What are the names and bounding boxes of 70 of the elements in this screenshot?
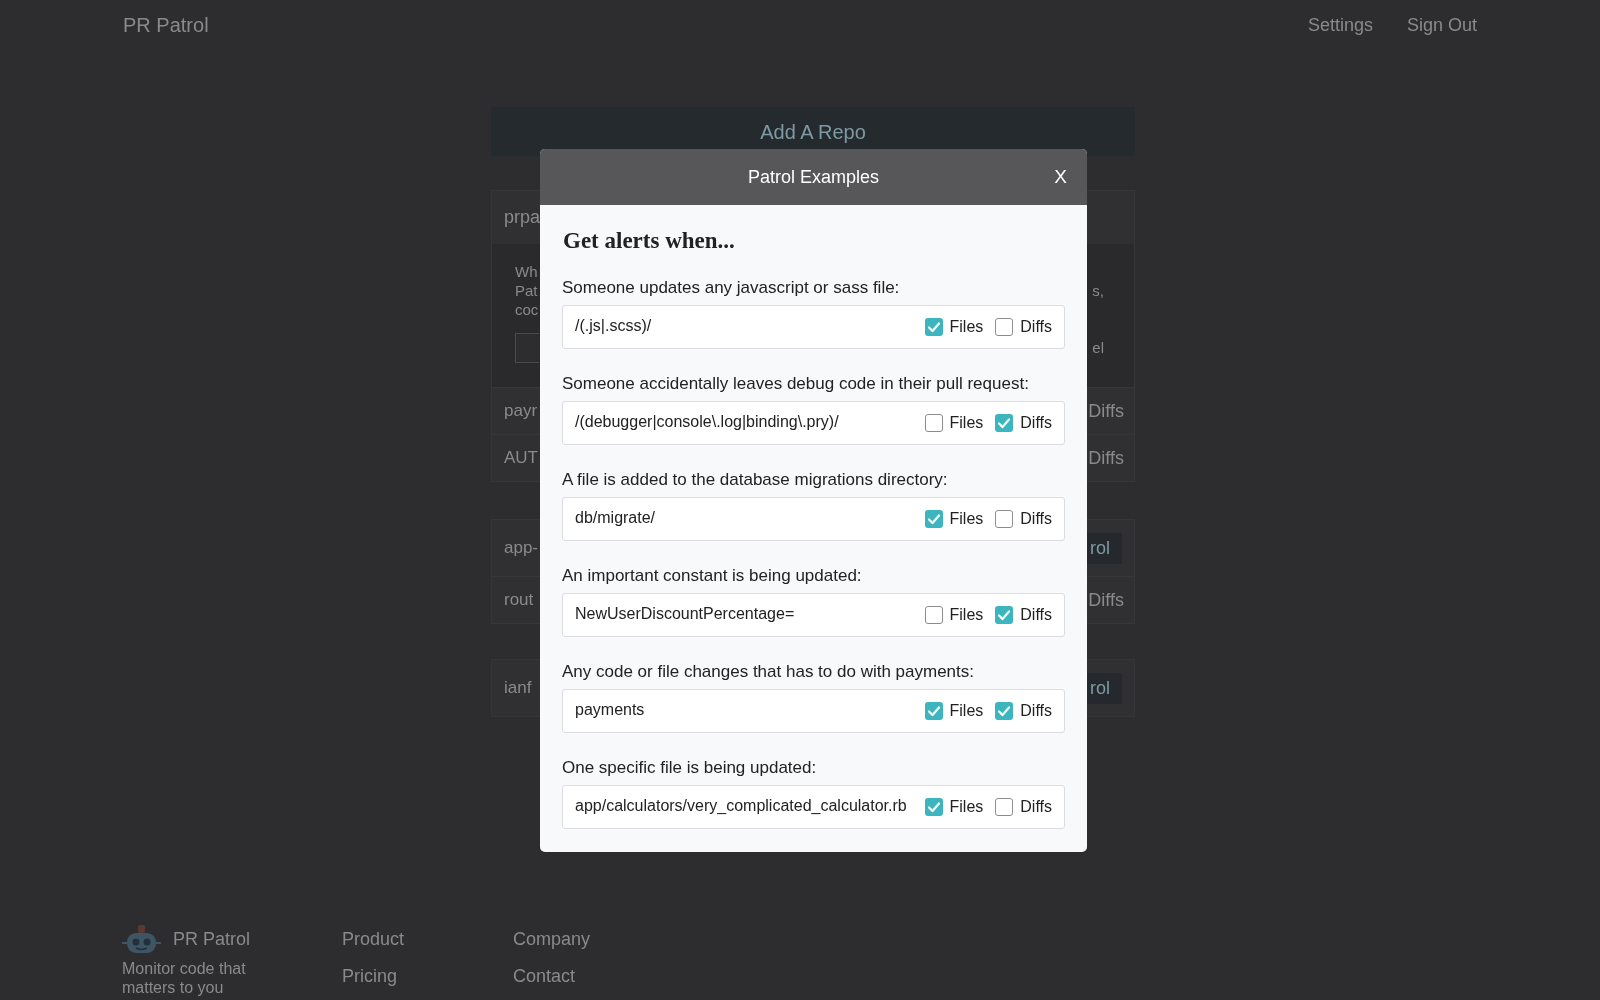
pattern-input[interactable]: NewUserDiscountPercentage= (575, 601, 925, 629)
checkbox[interactable] (924, 606, 943, 624)
footer-brand: PR Patrol (173, 928, 251, 951)
pattern-field[interactable]: /(.js|.scss)/ Files Diffs (562, 305, 1065, 349)
description-text: Wh Pat coc (515, 262, 539, 319)
option-label: Diffs (1088, 399, 1124, 423)
pattern-field[interactable]: /(debugger|console\.log|binding\.pry)/ Files Diffs (562, 401, 1065, 445)
example-label: An important constant is being updated: (562, 565, 863, 587)
checkbox[interactable] (995, 798, 1014, 816)
checkbox[interactable] (995, 606, 1014, 624)
action-button[interactable]: rol (1087, 532, 1122, 564)
partial-text: el (1092, 337, 1105, 358)
pattern-field[interactable]: payments Files Diffs (562, 689, 1065, 733)
checkbox[interactable] (995, 318, 1014, 336)
pattern-input[interactable]: /(debugger|console\.log|binding\.pry)/ (575, 409, 925, 437)
repo-name: prpa (504, 206, 541, 229)
option-label: Diffs (1088, 446, 1124, 470)
pattern-name: AUT (504, 447, 538, 470)
brand-name[interactable]: PR Patrol (123, 10, 209, 40)
checkbox-label: Diffs (1020, 605, 1052, 625)
close-button[interactable]: X (1054, 164, 1067, 190)
modal-title: Patrol Examples (747, 165, 880, 189)
checkbox[interactable] (924, 798, 943, 816)
example-label: One specific file is being updated: (562, 757, 818, 779)
tagline: Monitor code that matters to you (122, 959, 247, 997)
pattern-field[interactable]: NewUserDiscountPercentage= Files Diffs (562, 593, 1065, 637)
option-label: Diffs (1088, 588, 1124, 612)
description-text: s, (1092, 282, 1104, 299)
nav-link[interactable]: Settings (1307, 11, 1373, 39)
checkbox-label: Files (949, 413, 984, 433)
checkbox-label: Diffs (1020, 317, 1052, 337)
checkbox-label: Files (949, 701, 984, 721)
checkbox-label: Diffs (1020, 797, 1052, 817)
footer-link[interactable]: Pricing (342, 963, 398, 990)
action-button[interactable]: rol (1087, 672, 1122, 704)
robot-icon (122, 924, 161, 955)
section-heading: Get alerts when... (563, 227, 736, 255)
example-label: Someone updates any javascript or sass file: (562, 277, 901, 299)
example-label: Someone accidentally leaves debug code in their pull request: (562, 373, 1030, 395)
input-field[interactable] (515, 333, 539, 363)
footer-heading: Company (513, 928, 591, 951)
checkbox[interactable] (924, 510, 943, 528)
checkbox[interactable] (924, 414, 943, 432)
checkbox-label: Diffs (1020, 509, 1052, 529)
repo-name: ianf (504, 677, 532, 700)
pattern-input[interactable]: /(.js|.scss)/ (575, 313, 925, 341)
footer-link[interactable]: Contact (513, 963, 576, 990)
nav-link[interactable]: Sign Out (1406, 11, 1477, 39)
repo-name: app- (504, 537, 539, 560)
pattern-input[interactable]: app/calculators/very_complicated_calculator.rb (575, 793, 925, 821)
checkbox-label: Diffs (1020, 701, 1052, 721)
checkbox[interactable] (924, 702, 943, 720)
checkbox-label: Files (949, 509, 984, 529)
footer-heading: Product (342, 928, 405, 951)
pattern-name: payr (504, 400, 538, 423)
example-label: A file is added to the database migrations directory: (562, 469, 949, 491)
checkbox-label: Diffs (1020, 413, 1052, 433)
pattern-field[interactable]: app/calculators/very_complicated_calculator.rb Files Diffs (562, 785, 1065, 829)
pattern-input[interactable]: db/migrate/ (575, 505, 925, 533)
checkbox-label: Files (949, 317, 984, 337)
checkbox[interactable] (995, 414, 1014, 432)
checkbox[interactable] (995, 702, 1014, 720)
example-label: Any code or file changes that has to do with payments: (562, 661, 976, 683)
pattern-field[interactable]: db/migrate/ Files Diffs (562, 497, 1065, 541)
pattern-name: rout (504, 589, 534, 612)
checkbox-label: Files (949, 605, 984, 625)
checkbox-label: Files (949, 797, 984, 817)
checkbox[interactable] (924, 318, 943, 336)
checkbox[interactable] (995, 510, 1014, 528)
pattern-input[interactable]: payments (575, 697, 925, 725)
